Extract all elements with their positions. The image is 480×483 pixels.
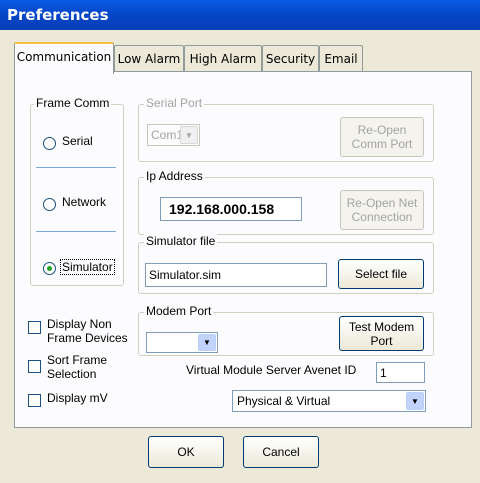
network-radio[interactable] bbox=[43, 198, 56, 211]
ip-address-label: Ip Address bbox=[144, 169, 205, 183]
tab-high-alarm[interactable]: High Alarm bbox=[184, 45, 262, 72]
ip-address-input[interactable]: 192.168.000.158 bbox=[160, 197, 302, 221]
modem-port-label: Modem Port bbox=[144, 304, 214, 318]
serial-radio[interactable] bbox=[43, 137, 56, 150]
window-title: Preferences bbox=[7, 6, 109, 24]
virtual-mode-select[interactable]: Physical & Virtual ▼ bbox=[232, 390, 426, 412]
chevron-down-icon: ▼ bbox=[198, 334, 216, 351]
display-non-frame-label: Display Non Frame Devices bbox=[47, 317, 128, 345]
tab-email[interactable]: Email bbox=[319, 45, 363, 72]
modem-port-select[interactable]: ▼ bbox=[146, 332, 218, 353]
chevron-down-icon: ▼ bbox=[406, 392, 424, 410]
reopen-net-connection-button[interactable]: Re-Open Net Connection bbox=[340, 190, 424, 230]
sort-frame-checkbox[interactable] bbox=[28, 360, 41, 373]
tab-low-alarm[interactable]: Low Alarm bbox=[114, 45, 184, 72]
chevron-down-icon: ▼ bbox=[180, 126, 198, 144]
separator bbox=[36, 231, 116, 232]
frame-comm-label: Frame Comm bbox=[34, 96, 112, 110]
serial-label: Serial bbox=[62, 134, 93, 148]
serial-port-label: Serial Port bbox=[144, 96, 205, 110]
select-file-button[interactable]: Select file bbox=[338, 259, 424, 289]
tab-security[interactable]: Security bbox=[262, 45, 319, 72]
simulator-file-input[interactable]: Simulator.sim bbox=[145, 263, 327, 287]
simulator-radio[interactable] bbox=[43, 262, 56, 275]
title-bar[interactable]: Preferences bbox=[0, 0, 480, 30]
display-mv-checkbox[interactable] bbox=[28, 394, 41, 407]
simulator-file-value: Simulator.sim bbox=[149, 268, 222, 282]
ip-address-value: 192.168.000.158 bbox=[169, 201, 275, 217]
sort-frame-label: Sort Frame Selection bbox=[47, 353, 108, 381]
separator bbox=[36, 167, 116, 168]
virtual-module-label: Virtual Module Server Avenet ID bbox=[186, 363, 357, 377]
serial-port-value: Com1 bbox=[151, 128, 184, 142]
virtual-module-id-input[interactable]: 1 bbox=[376, 362, 425, 383]
virtual-module-id-value: 1 bbox=[380, 366, 387, 380]
simulator-file-label: Simulator file bbox=[144, 234, 218, 248]
test-modem-port-button[interactable]: Test Modem Port bbox=[339, 316, 424, 351]
cancel-button[interactable]: Cancel bbox=[243, 436, 319, 468]
display-non-frame-checkbox[interactable] bbox=[28, 321, 41, 334]
serial-port-select[interactable]: Com1 ▼ bbox=[147, 124, 200, 146]
ok-button[interactable]: OK bbox=[148, 436, 224, 468]
display-mv-label: Display mV bbox=[47, 391, 108, 405]
simulator-label: Simulator bbox=[60, 259, 115, 275]
network-label: Network bbox=[62, 195, 107, 209]
tab-communication[interactable]: Communication bbox=[14, 42, 114, 74]
reopen-comm-port-button[interactable]: Re-Open Comm Port bbox=[340, 117, 424, 157]
virtual-mode-value: Physical & Virtual bbox=[237, 394, 331, 408]
